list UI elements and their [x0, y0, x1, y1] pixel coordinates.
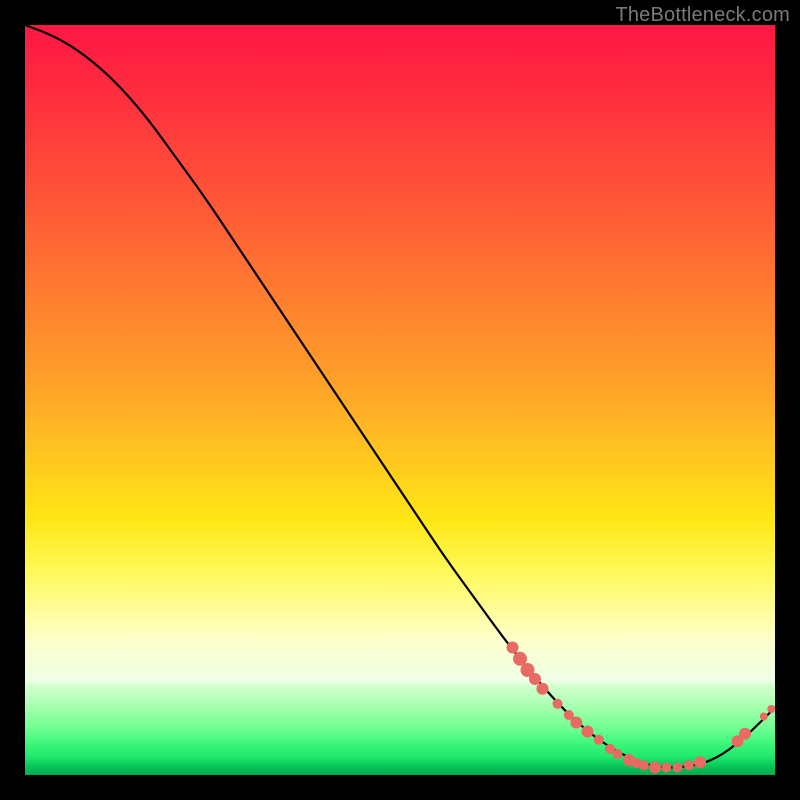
curve-marker [694, 756, 706, 768]
curve-markers [507, 642, 776, 774]
curve-marker [767, 705, 775, 713]
curve-layer [25, 25, 775, 775]
chart-frame: TheBottleneck.com [0, 0, 800, 800]
bottleneck-curve [25, 25, 775, 768]
curve-marker [507, 642, 519, 654]
curve-marker [537, 683, 549, 695]
curve-marker [673, 763, 683, 773]
plot-area [25, 25, 775, 775]
curve-marker [684, 760, 694, 770]
curve-marker [594, 735, 604, 745]
curve-marker [649, 762, 661, 774]
curve-marker [613, 749, 623, 759]
curve-marker [661, 763, 671, 773]
curve-marker [570, 717, 582, 729]
curve-marker [553, 699, 563, 709]
curve-marker [582, 726, 594, 738]
curve-marker [529, 673, 541, 685]
curve-marker [739, 728, 751, 740]
curve-marker [639, 760, 649, 770]
watermark-text: TheBottleneck.com [615, 4, 790, 27]
curve-marker [760, 713, 768, 721]
